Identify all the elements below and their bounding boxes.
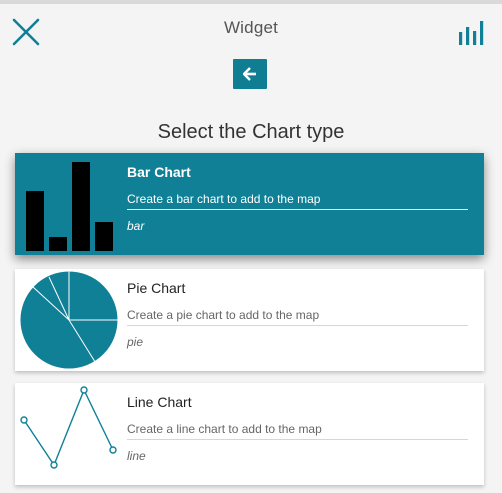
back-button[interactable] (233, 59, 267, 89)
chart-type-description: Create a line chart to add to the map (127, 422, 468, 440)
widget-panel: Widget Select the Chart type Bar Chart C… (0, 0, 502, 493)
bar-chart-icon[interactable] (458, 20, 486, 46)
chart-type-name: Line Chart (127, 394, 192, 410)
chart-type-pie[interactable]: Pie Chart Create a pie chart to add to t… (15, 269, 484, 371)
chart-type-description: Create a bar chart to add to the map (127, 192, 468, 210)
section-title: Select the Chart type (157, 121, 345, 143)
chart-type-name: Pie Chart (127, 280, 186, 296)
chart-type-line[interactable]: Line Chart Create a line chart to add to… (15, 383, 484, 485)
pie-chart-thumbnail (15, 269, 123, 371)
arrow-left-icon (243, 67, 256, 81)
chart-type-tag: pie (127, 335, 144, 349)
line-chart-thumbnail (15, 383, 123, 485)
chart-type-bar[interactable]: Bar Chart Create a bar chart to add to t… (15, 153, 484, 255)
chart-type-tag: line (127, 449, 146, 463)
page-title: Widget (223, 18, 279, 37)
chart-type-name: Bar Chart (127, 164, 191, 180)
chart-type-tag: bar (127, 219, 145, 233)
chart-type-description: Create a pie chart to add to the map (127, 308, 468, 326)
header: Widget (0, 4, 502, 60)
bar-chart-thumbnail (15, 153, 123, 255)
